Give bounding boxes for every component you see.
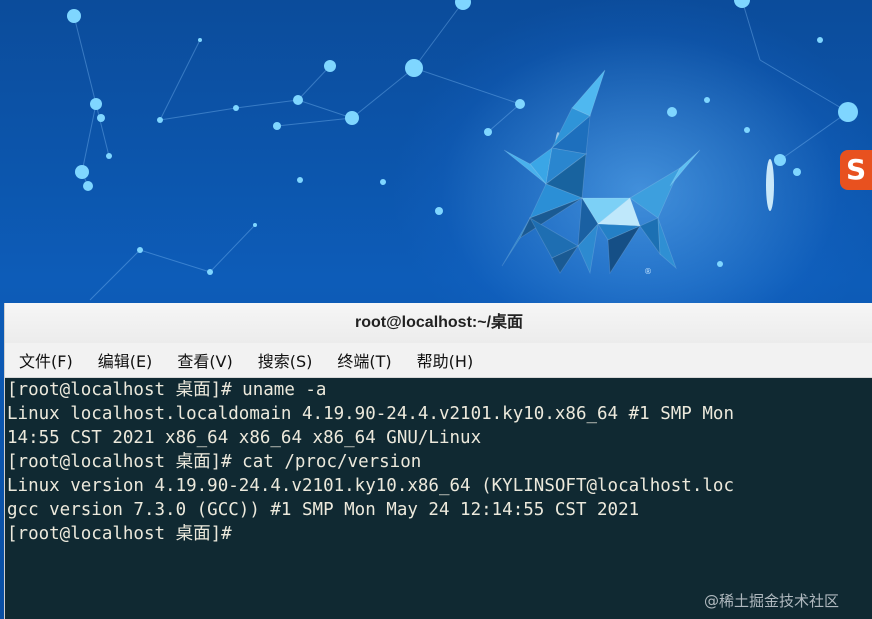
menu-file[interactable]: 文件(F) [19, 348, 73, 372]
kylin-mascot-logo: ® [501, 69, 701, 276]
terminal-prompt-line: [root@localhost 桌面]# [7, 524, 232, 544]
terminal-line: [root@localhost 桌面]# uname -a [7, 380, 327, 400]
menu-terminal[interactable]: 终端(T) [337, 348, 391, 372]
window-title: root@localhost:~/桌面 [354, 314, 524, 331]
svg-text:®: ® [644, 267, 652, 276]
terminal-window: root@localhost:~/桌面 文件(F) 编辑(E) 查看(V) 搜索… [4, 303, 872, 619]
terminal-line: Linux localhost.localdomain 4.19.90-24.4… [7, 404, 734, 424]
window-title-bar[interactable]: root@localhost:~/桌面 [5, 303, 872, 343]
menu-view[interactable]: 查看(V) [177, 348, 232, 372]
terminal-line: 14:55 CST 2021 x86_64 x86_64 x86_64 GNU/… [7, 428, 482, 448]
menu-help[interactable]: 帮助(H) [417, 348, 474, 372]
watermark-text: @稀土掘金技术社区 [704, 592, 840, 610]
menu-bar: 文件(F) 编辑(E) 查看(V) 搜索(S) 终端(T) 帮助(H) [5, 343, 872, 378]
terminal-line: Linux version 4.19.90-24.4.v2101.ky10.x8… [7, 476, 734, 496]
terminal-output-area[interactable]: [root@localhost 桌面]# uname -a Linux loca… [5, 378, 872, 619]
menu-edit[interactable]: 编辑(E) [98, 348, 153, 372]
terminal-line: gcc version 7.3.0 (GCC)) #1 SMP Mon May … [7, 500, 640, 520]
terminal-line: [root@localhost 桌面]# cat /proc/version [7, 452, 422, 472]
menu-search[interactable]: 搜索(S) [258, 348, 313, 372]
sogou-input-method-icon[interactable]: S [840, 150, 872, 190]
